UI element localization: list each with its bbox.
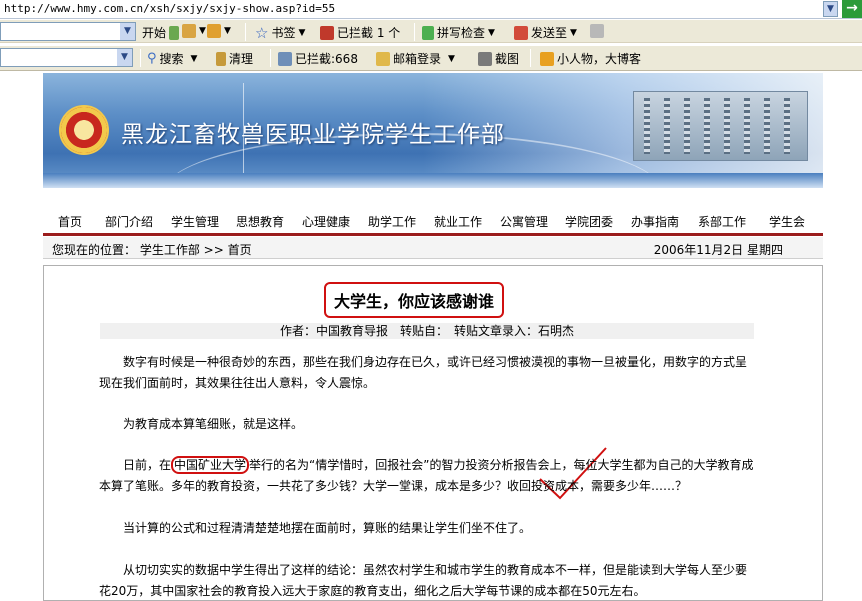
toolbar-row-2: ▼ ⚲ 搜索 ▼ 清理 已拦截:668 邮箱登录 ▼ 截图 小人物，大博客 — [0, 46, 862, 71]
nav-item-youth-league[interactable]: 学院团委 — [565, 213, 613, 230]
current-date: 2006年11月2日 星期四 — [653, 243, 783, 257]
toolbar-separator — [414, 23, 415, 41]
site-title: 黑龙江畜牧兽医职业学院学生工作部 — [121, 122, 505, 148]
blog-button[interactable]: 小人物，大博客 — [540, 50, 641, 67]
article-paragraph-4: 当计算的公式和过程清清楚楚地摆在面前时，算账的结果让学生们坐不住了。 — [123, 521, 532, 535]
mail-icon — [376, 51, 390, 66]
screenshot-icon — [478, 51, 492, 66]
address-dropdown-icon[interactable]: ▼ — [823, 1, 838, 17]
breadcrumb-path[interactable]: 学生工作部 >> 首页 — [140, 243, 252, 257]
nav-item-departments[interactable]: 系部工作 — [698, 213, 746, 230]
arrows-icon — [169, 25, 180, 40]
nav-item-mental-health[interactable]: 心理健康 — [302, 213, 350, 230]
article-paragraph-3: 日前，在 中国矿业大学 举行的名为“情学惜时，回报社会”的智力投资分析报告会上，每位… — [99, 455, 754, 497]
popup-blocked-label: 已拦截 1 个 — [337, 26, 401, 40]
mail-login-button[interactable]: 邮箱登录 ▼ — [376, 50, 455, 67]
article-meta: 作者：中国教育导报 转贴自： 转贴文章录入：石明杰 — [100, 323, 754, 339]
clean-button[interactable]: 清理 — [216, 50, 253, 67]
toolbar-separator — [140, 49, 141, 67]
chevron-down-icon[interactable]: ▼ — [120, 23, 135, 40]
chevron-down-icon: ▼ — [199, 26, 206, 36]
toolbar-separator — [530, 49, 531, 67]
toolbar-separator — [245, 23, 246, 41]
search-label: 搜索 — [159, 52, 184, 66]
breadcrumb: 您现在的位置： 学生工作部 >> 首页 2006年11月2日 星期四 — [43, 237, 823, 259]
block-icon — [320, 25, 334, 40]
main-nav: 首页 部门介绍 学生管理 思想教育 心理健康 助学工作 就业工作 公寓管理 学院… — [43, 213, 823, 233]
chevron-down-icon: ▼ — [570, 27, 577, 38]
tools-button[interactable]: ▼ — [207, 24, 231, 38]
paragraph-3-lead: 日前，在 — [123, 458, 172, 472]
tools-icon — [207, 24, 221, 38]
search-button[interactable]: ⚲ 搜索 ▼ — [147, 50, 197, 67]
spellcheck-icon — [422, 25, 434, 40]
nav-item-department[interactable]: 部门介绍 — [105, 213, 153, 230]
chevron-down-icon: ▼ — [488, 27, 495, 38]
toolbar-separator — [270, 49, 271, 67]
clean-label: 清理 — [229, 52, 254, 66]
chevron-down-icon: ▼ — [224, 26, 231, 36]
search-combo[interactable]: ▼ — [0, 48, 133, 67]
address-url[interactable]: http://www.hmy.com.cn/xsh/sxjy/sxjy-show… — [4, 2, 335, 15]
blog-label: 小人物，大博客 — [557, 52, 642, 66]
nav-item-guide[interactable]: 办事指南 — [631, 213, 679, 230]
bookmarks-button[interactable]: ☆ 书签 ▼ — [255, 24, 305, 41]
highlighted-university-name: 中国矿业大学 — [171, 456, 250, 474]
chevron-down-icon: ▼ — [448, 53, 455, 64]
history-button[interactable]: ▼ — [182, 24, 206, 38]
screenshot-button[interactable]: 截图 — [478, 50, 519, 67]
chevron-down-icon: ▼ — [298, 27, 306, 38]
start-label: 开始 — [142, 26, 167, 40]
article-paragraph-1: 数字有时候是一种很奇妙的东西，那些在我们身边存在已久，或许已经习惯被漠视的事物一… — [99, 355, 748, 390]
article-panel: 大学生，你应该感谢谁 作者：中国教育导报 转贴自： 转贴文章录入：石明杰 数字有… — [43, 265, 823, 601]
nav-item-home[interactable]: 首页 — [58, 213, 82, 230]
school-emblem-logo — [59, 105, 109, 155]
send-icon — [514, 25, 528, 40]
chevron-down-icon[interactable]: ▼ — [117, 49, 132, 66]
bookmarks-label: 书签 — [271, 26, 296, 40]
breadcrumb-label: 您现在的位置： — [52, 243, 137, 257]
screenshot-label: 截图 — [495, 52, 520, 66]
toolbar-combo-1[interactable]: ▼ — [0, 22, 136, 41]
nav-item-student-union[interactable]: 学生会 — [769, 213, 805, 230]
start-button[interactable]: 开始 — [142, 24, 180, 41]
person-icon — [540, 51, 554, 66]
spell-check-label: 拼写检查 — [437, 26, 486, 40]
send-to-label: 发送至 — [531, 26, 568, 40]
popup-blocked-button[interactable]: 已拦截 1 个 — [320, 24, 400, 41]
nav-item-ideology[interactable]: 思想教育 — [236, 213, 284, 230]
web-page: 黑龙江畜牧兽医职业学院学生工作部 首页 部门介绍 学生管理 思想教育 心理健康 … — [43, 73, 823, 601]
broom-icon — [216, 51, 226, 66]
nav-item-financial-aid[interactable]: 助学工作 — [368, 213, 416, 230]
go-arrow-icon[interactable]: → — [842, 0, 862, 18]
nav-item-employment[interactable]: 就业工作 — [434, 213, 482, 230]
mail-login-label: 邮箱登录 — [393, 52, 442, 66]
search-icon: ⚲ — [147, 51, 157, 66]
campus-building-image — [633, 91, 808, 161]
eraser-icon — [590, 24, 604, 38]
chevron-down-icon: ▼ — [190, 53, 198, 64]
article-paragraph-5: 从切切实实的数据中学生得出了这样的结论：虽然农村学生和城市学生的教育成本不一样，… — [99, 563, 748, 598]
breadcrumb-text: 您现在的位置： 学生工作部 >> 首页 — [52, 241, 252, 258]
article-paragraph-2: 为教育成本算笔细账，就是这样。 — [123, 417, 304, 431]
nav-item-dormitory[interactable]: 公寓管理 — [500, 213, 548, 230]
nav-item-student-management[interactable]: 学生管理 — [171, 213, 219, 230]
star-icon: ☆ — [255, 23, 269, 42]
nav-divider — [43, 233, 823, 236]
article-title: 大学生，你应该感谢谁 — [324, 282, 505, 318]
blocked-count-button[interactable]: 已拦截:668 — [278, 50, 358, 67]
history-icon — [182, 24, 196, 38]
site-banner: 黑龙江畜牧兽医职业学院学生工作部 — [43, 73, 823, 188]
blocked-count-label: 已拦截:668 — [295, 52, 358, 66]
spell-check-button[interactable]: 拼写检查 ▼ — [422, 24, 495, 41]
eraser-button[interactable] — [590, 24, 604, 38]
toolbar-row-1: ▼ 开始 ▼ ▼ ☆ 书签 ▼ 已拦截 1 个 拼写检查 ▼ 发送至 ▼ — [0, 20, 862, 43]
block-icon — [278, 51, 292, 66]
send-to-button[interactable]: 发送至 ▼ — [514, 24, 577, 41]
banner-band — [43, 173, 823, 188]
address-bar[interactable]: http://www.hmy.com.cn/xsh/sxjy/sxjy-show… — [0, 0, 862, 19]
